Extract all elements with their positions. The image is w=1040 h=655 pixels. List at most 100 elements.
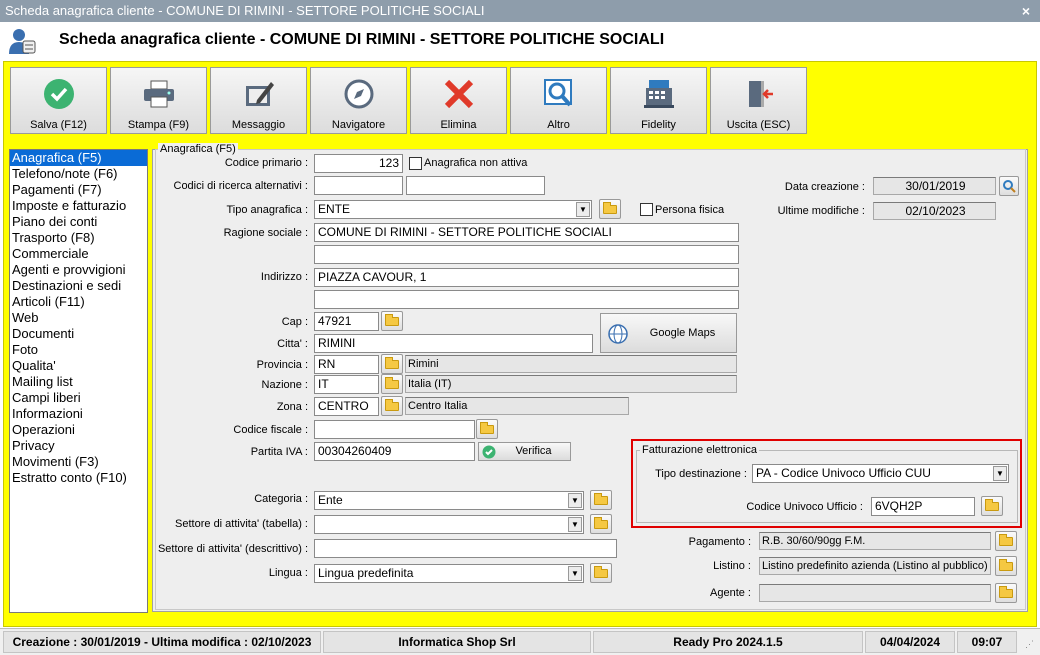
- chevron-down-icon[interactable]: ▼: [568, 493, 582, 508]
- resize-grip-icon[interactable]: ⋰: [1025, 639, 1034, 650]
- citta-input[interactable]: RIMINI: [314, 334, 593, 353]
- sidebar-item[interactable]: Documenti: [10, 326, 147, 342]
- sidebar-item[interactable]: Commerciale: [10, 246, 147, 262]
- sidebar-item[interactable]: Informazioni: [10, 406, 147, 422]
- sidebar-item[interactable]: Web: [10, 310, 147, 326]
- codice-univoco-label: Codice Univoco Ufficio :: [746, 501, 863, 513]
- listino-folder-button[interactable]: [995, 556, 1017, 576]
- fidelity-button[interactable]: Fidelity: [610, 67, 707, 134]
- section-list[interactable]: Anagrafica (F5) Telefono/note (F6) Pagamen…: [9, 149, 148, 613]
- ragione-sociale-input[interactable]: COMUNE DI RIMINI - SETTORE POLITICHE SOC…: [314, 223, 739, 242]
- google-maps-button[interactable]: Google Maps: [600, 313, 737, 353]
- categoria-folder-button[interactable]: [590, 490, 612, 510]
- categoria-value: Ente: [318, 493, 343, 507]
- google-maps-label: Google Maps: [649, 327, 716, 339]
- lingua-select[interactable]: Lingua predefinita ▼: [314, 564, 584, 583]
- pagamento-value: R.B. 30/60/90gg F.M.: [759, 532, 991, 550]
- data-creazione-search-button[interactable]: [999, 176, 1019, 196]
- exit-button[interactable]: Uscita (ESC): [710, 67, 807, 134]
- tipo-anagrafica-select[interactable]: ENTE ▼: [314, 200, 592, 219]
- ultime-modifiche-value: 02/10/2023: [873, 202, 996, 220]
- provincia-input[interactable]: RN: [314, 355, 379, 374]
- settore-tabella-folder-button[interactable]: [590, 514, 612, 534]
- sidebar-item[interactable]: Trasporto (F8): [10, 230, 147, 246]
- provincia-description: Rimini: [405, 355, 737, 373]
- delete-x-icon: [444, 79, 473, 109]
- sidebar-item[interactable]: Piano dei conti: [10, 214, 147, 230]
- print-button[interactable]: Stampa (F9): [110, 67, 207, 134]
- codice-fiscale-folder-button[interactable]: [476, 419, 498, 439]
- folder-icon: [999, 585, 1013, 598]
- search-icon: [1003, 180, 1016, 193]
- partita-iva-input[interactable]: 00304260409: [314, 442, 475, 461]
- ultime-modifiche-label: Ultime modifiche :: [777, 205, 865, 217]
- fidelity-button-label: Fidelity: [641, 119, 676, 131]
- codice-fiscale-input[interactable]: [314, 420, 475, 439]
- settore-tabella-label: Settore di attivita' (tabella) :: [175, 518, 308, 530]
- sidebar-item[interactable]: Imposte e fatturazio: [10, 198, 147, 214]
- tipo-destinazione-value: PA - Codice Univoco Ufficio CUU: [756, 466, 931, 480]
- non-attiva-label: Anagrafica non attiva: [424, 157, 528, 169]
- settore-tabella-select[interactable]: ▼: [314, 515, 584, 534]
- provincia-folder-button[interactable]: [381, 354, 403, 374]
- codice-univoco-input[interactable]: 6VQH2P: [871, 497, 975, 516]
- zona-folder-button[interactable]: [381, 396, 403, 416]
- sidebar-item[interactable]: Movimenti (F3): [10, 454, 147, 470]
- zona-input[interactable]: CENTRO: [314, 397, 379, 416]
- sidebar-item[interactable]: Pagamenti (F7): [10, 182, 147, 198]
- pagamento-folder-button[interactable]: [995, 531, 1017, 551]
- codice-univoco-folder-button[interactable]: [981, 496, 1003, 516]
- sidebar-item[interactable]: Qualita': [10, 358, 147, 374]
- nazione-input[interactable]: IT: [314, 375, 379, 394]
- message-button-label: Messaggio: [231, 119, 286, 131]
- sidebar-item[interactable]: Agenti e provvigioni: [10, 262, 147, 278]
- verifica-button[interactable]: Verifica: [478, 442, 571, 461]
- codice-primario-input[interactable]: 123: [314, 154, 403, 173]
- other-button[interactable]: Altro: [510, 67, 607, 134]
- delete-button[interactable]: Elimina: [410, 67, 507, 134]
- save-button[interactable]: Salva (F12): [10, 67, 107, 134]
- customer-card-icon: [9, 29, 36, 54]
- indirizzo-2-input[interactable]: [314, 290, 739, 309]
- tipo-destinazione-select[interactable]: PA - Codice Univoco Ufficio CUU ▼: [752, 464, 1009, 483]
- sidebar-item[interactable]: Telefono/note (F6): [10, 166, 147, 182]
- categoria-select[interactable]: Ente ▼: [314, 491, 584, 510]
- indirizzo-input[interactable]: PIAZZA CAVOUR, 1: [314, 268, 739, 287]
- codice-primario-label: Codice primario :: [224, 157, 308, 169]
- folder-icon: [594, 516, 608, 529]
- cap-folder-button[interactable]: [381, 311, 403, 331]
- lingua-folder-button[interactable]: [590, 563, 612, 583]
- sidebar-item[interactable]: Destinazioni e sedi: [10, 278, 147, 294]
- chevron-down-icon[interactable]: ▼: [568, 566, 582, 581]
- navigator-button[interactable]: Navigatore: [310, 67, 407, 134]
- check-icon: [43, 79, 74, 109]
- codice-alt-2-input[interactable]: [406, 176, 545, 195]
- agente-folder-button[interactable]: [995, 583, 1017, 603]
- sidebar-item[interactable]: Privacy: [10, 438, 147, 454]
- sidebar-item[interactable]: Operazioni: [10, 422, 147, 438]
- sidebar-item[interactable]: Estratto conto (F10): [10, 470, 147, 486]
- cap-input[interactable]: 47921: [314, 312, 379, 331]
- check-icon: [482, 445, 496, 459]
- sidebar-item[interactable]: Foto: [10, 342, 147, 358]
- nazione-folder-button[interactable]: [381, 374, 403, 394]
- ragione-sociale-2-input[interactable]: [314, 245, 739, 264]
- chevron-down-icon[interactable]: ▼: [993, 466, 1007, 481]
- sidebar-item[interactable]: Campi liberi: [10, 390, 147, 406]
- codice-alt-1-input[interactable]: [314, 176, 403, 195]
- settore-descrittivo-input[interactable]: [314, 539, 617, 558]
- window-close-button[interactable]: ×: [1018, 3, 1034, 19]
- message-button[interactable]: Messaggio: [210, 67, 307, 134]
- sidebar-item[interactable]: Articoli (F11): [10, 294, 147, 310]
- sidebar-item[interactable]: Anagrafica (F5): [10, 150, 147, 166]
- tipo-anagrafica-folder-button[interactable]: [599, 199, 621, 219]
- sidebar-item[interactable]: Mailing list: [10, 374, 147, 390]
- persona-fisica-checkbox[interactable]: [640, 203, 653, 216]
- non-attiva-checkbox[interactable]: [409, 157, 422, 170]
- chevron-down-icon[interactable]: ▼: [568, 517, 582, 532]
- chevron-down-icon[interactable]: ▼: [576, 202, 590, 217]
- folder-icon: [594, 565, 608, 578]
- folder-icon: [385, 356, 399, 369]
- folder-icon: [985, 498, 999, 511]
- exit-door-icon: [748, 81, 773, 107]
